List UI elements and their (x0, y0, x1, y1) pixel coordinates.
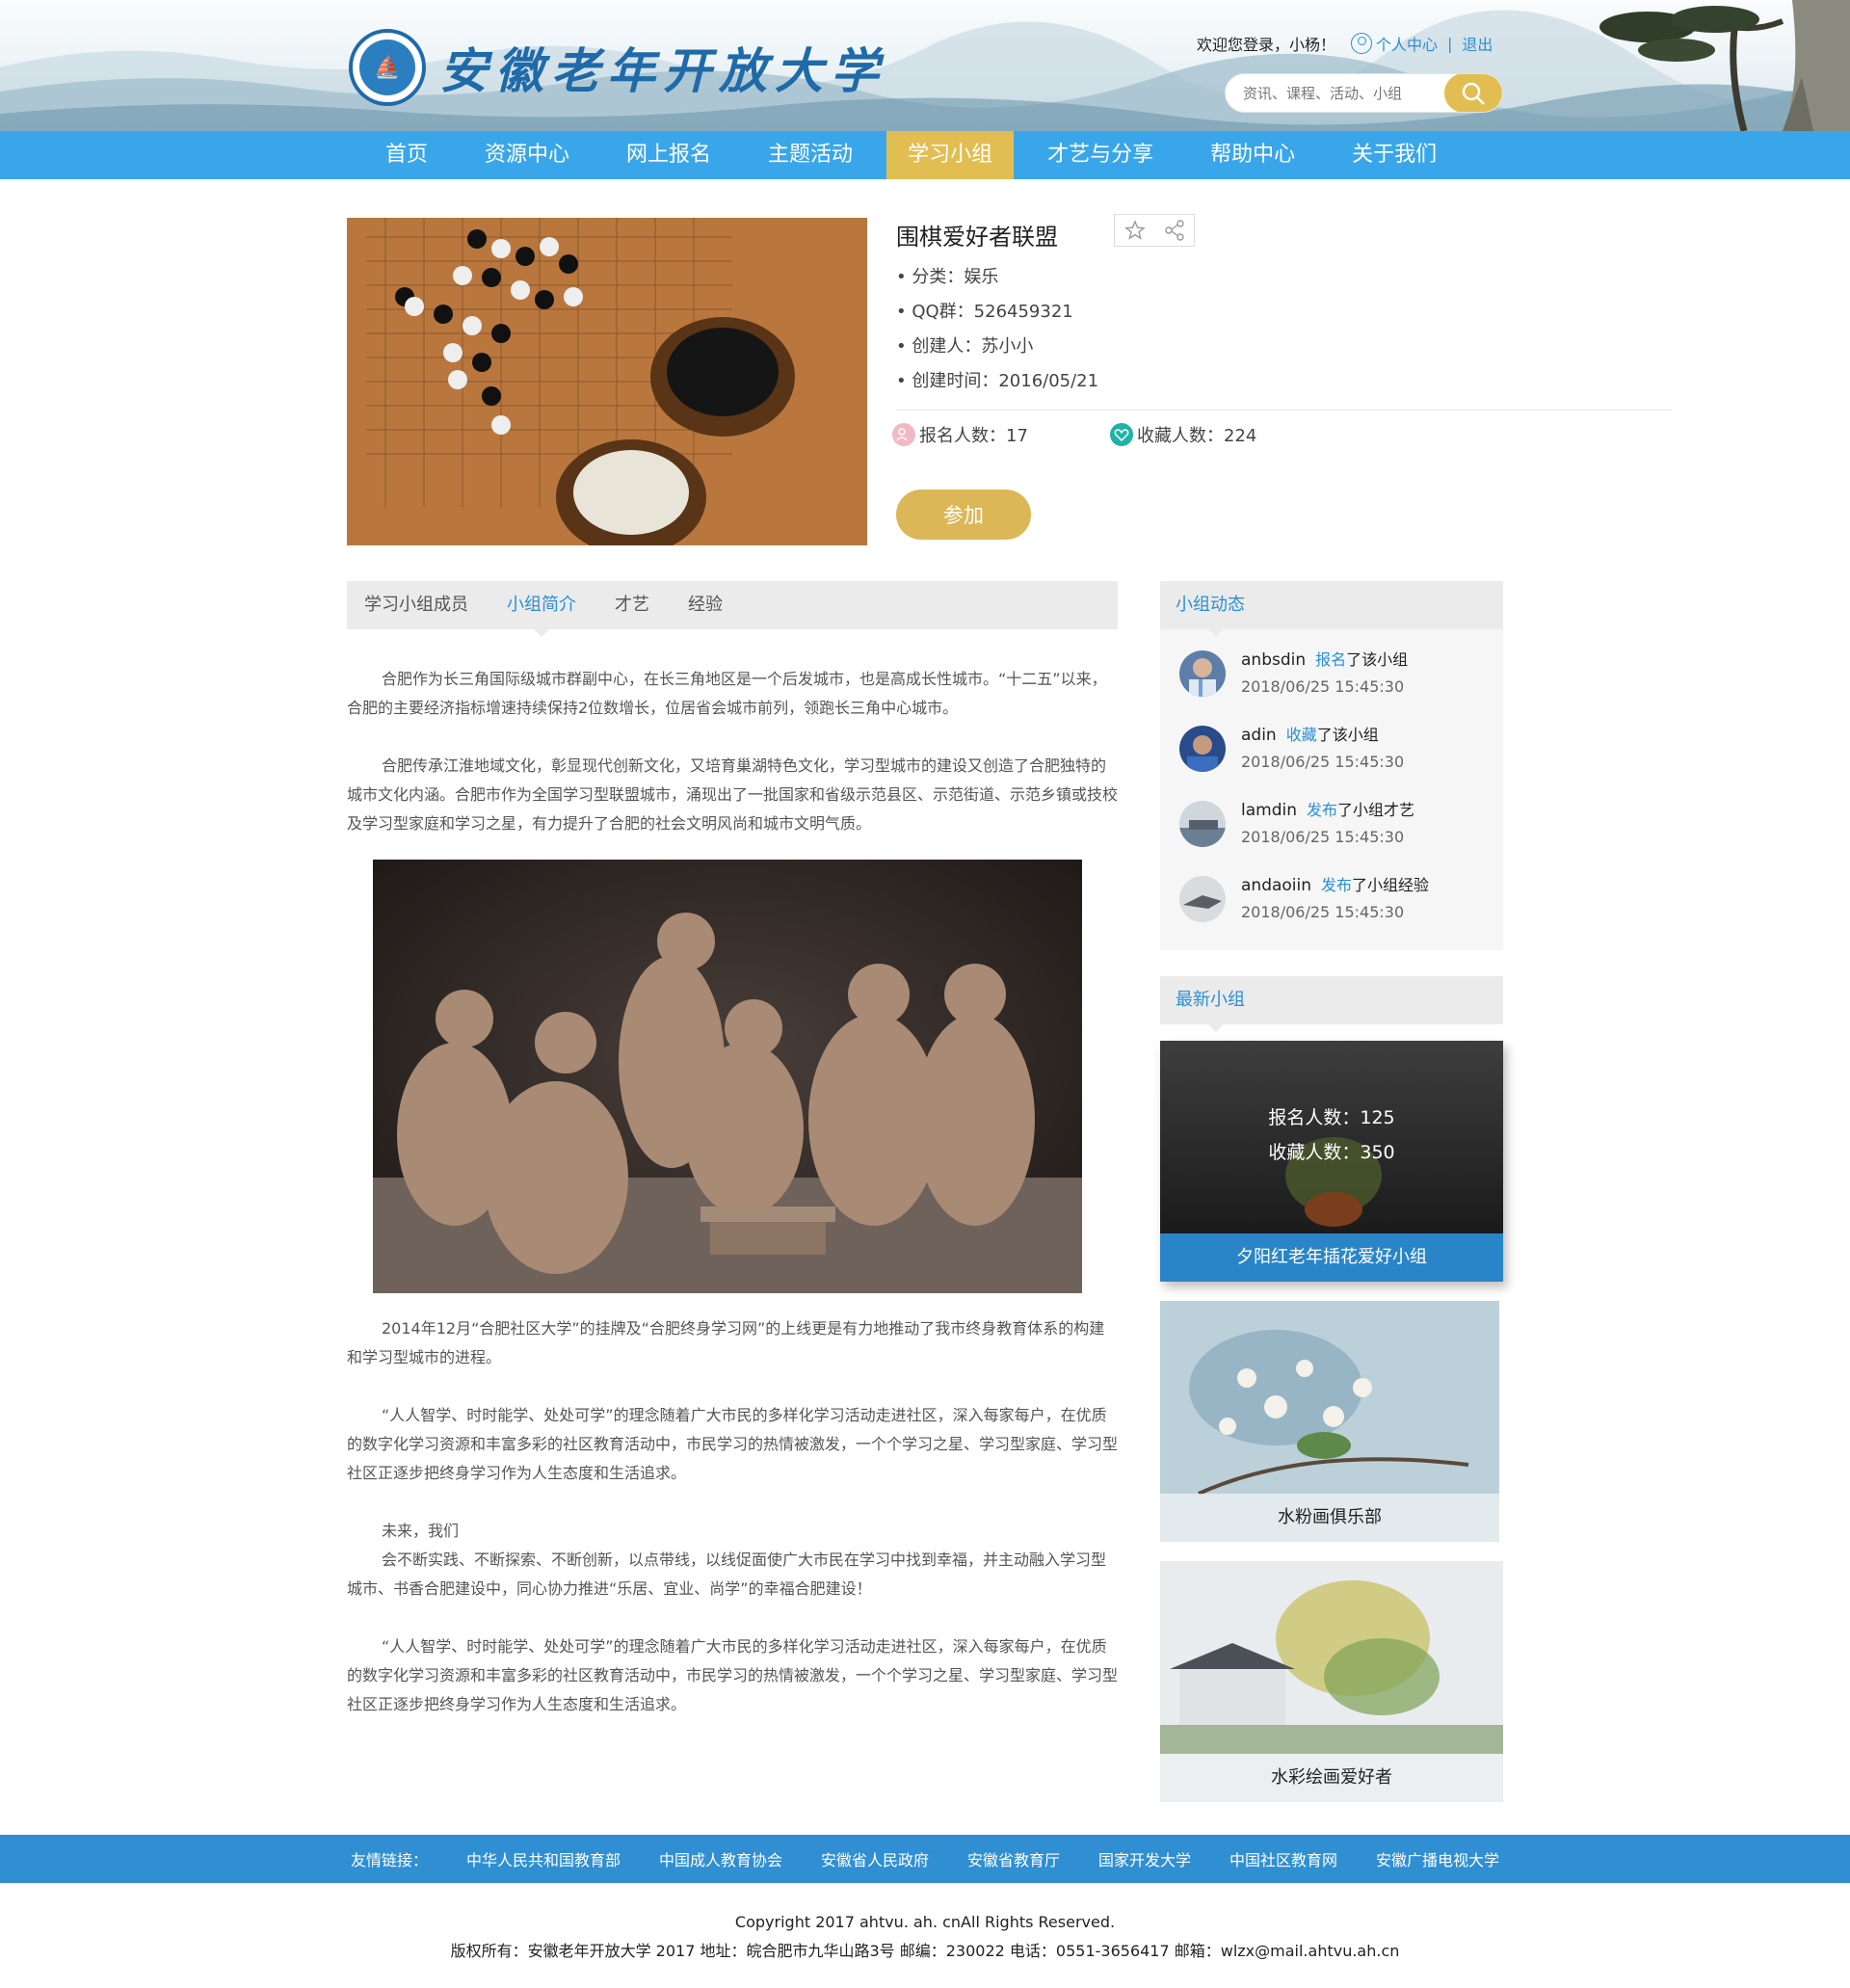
avatar[interactable] (1179, 801, 1226, 847)
dynamic-item: adin 收藏了该小组 2018/06/25 15:45:30 (1160, 722, 1503, 797)
dynamic-action: 发布 (1321, 876, 1353, 894)
group-title: 围棋爱好者联盟 (896, 224, 1058, 251)
newest-groups-panel: 最新小组 (1160, 976, 1503, 1032)
favorite-count: 收藏人数：224 (1110, 422, 1256, 447)
nav-registration[interactable]: 网上报名 (603, 131, 734, 179)
group-dynamics-panel: 小组动态 anbsdin 报名了该小组 2018/06/25 15:45:30 a… (1160, 581, 1503, 950)
pine-tree-illustration (1599, 0, 1850, 131)
article-paragraph: 会不断实践、不断探索、不断创新，以点带线，以线促面使广大市民在学习中找到幸福，并… (347, 1551, 1107, 1598)
user-bar: 欢迎您登录，小杨！ 个人中心 | 退出 (1197, 32, 1493, 55)
search-input[interactable] (1226, 84, 1444, 102)
nav-study-groups[interactable]: 学习小组 (886, 131, 1015, 179)
nav-about[interactable]: 关于我们 (1329, 131, 1460, 179)
group-card-watercolor[interactable]: 水彩绘画爱好者 (1160, 1561, 1503, 1802)
dynamic-user[interactable]: lamdin (1241, 801, 1297, 820)
tab-talent[interactable]: 才艺 (615, 581, 649, 629)
dynamic-action: 报名 (1315, 650, 1347, 669)
group-meta: • 分类：娱乐 • QQ群：526459321 • 创建人：苏小小 • 创建时间… (896, 260, 1098, 399)
contact-info: 版权所有：安徽老年开放大学 2017 地址：皖合肥市九华山路3号 邮编：2300… (450, 1942, 1400, 1960)
article-paragraph: 合肥传承江淮地域文化，彰显现代创新文化，又培育巢湖特色文化，学习型城市的建设又创… (347, 756, 1119, 833)
heart-icon (1110, 423, 1133, 446)
footer-link[interactable]: 安徽省教育厅 (967, 1847, 1060, 1870)
footer-link[interactable]: 国家开发大学 (1098, 1847, 1191, 1870)
action-icons (1114, 214, 1195, 247)
copyright-block: Copyright 2017 ahtvu. ah. cnAll Rights R… (0, 1908, 1850, 1966)
terracotta-go-players-image (373, 860, 1082, 1293)
dynamic-item: anbsdin 报名了该小组 2018/06/25 15:45:30 (1160, 647, 1503, 722)
article-paragraph: 合肥作为长三角国际级城市群副中心，在长三角地区是一个后发城市，也是高成长性城市。… (347, 670, 1107, 717)
footer-link[interactable]: 安徽广播电视大学 (1376, 1847, 1499, 1870)
person-icon (1351, 33, 1373, 54)
dynamic-item: andaoiin 发布了小组经验 2018/06/25 15:45:30 (1160, 872, 1503, 947)
site-header: ⛵ 安徽老年开放大学 欢迎您登录，小杨！ 个人中心 | 退出 (0, 0, 1850, 131)
footer-link[interactable]: 安徽省人民政府 (821, 1847, 929, 1870)
nav-help[interactable]: 帮助中心 (1187, 131, 1318, 179)
divider-line (896, 410, 1672, 411)
logo-text: 安徽老年开放大学 (439, 42, 886, 99)
dynamic-user[interactable]: anbsdin (1241, 650, 1306, 670)
group-qq: • QQ群：526459321 (896, 302, 1073, 322)
card-favorite-count: 收藏人数：350 (1268, 1142, 1395, 1163)
dynamics-heading: 小组动态 (1160, 581, 1503, 637)
people-icon (892, 423, 915, 446)
dynamic-time: 2018/06/25 15:45:30 (1241, 903, 1405, 921)
article-paragraph: “人人智学、时时能学、处处可学”的理念随着广大市民的多样化学习活动走进社区，深入… (347, 1637, 1119, 1713)
footer-link[interactable]: 中国社区教育网 (1229, 1847, 1337, 1870)
dynamic-user[interactable]: adin (1241, 726, 1277, 745)
group-created-date: • 创建时间：2016/05/21 (896, 371, 1099, 391)
dynamic-time: 2018/06/25 15:45:30 (1241, 677, 1405, 696)
article-paragraph: 2014年12月“合肥社区大学”的挂牌及“合肥终身学习网”的上线更是有力地推动了… (347, 1319, 1105, 1366)
dynamic-action: 收藏 (1285, 726, 1317, 744)
welcome-text: 欢迎您登录，小杨！ (1197, 36, 1336, 54)
star-icon[interactable] (1115, 215, 1154, 246)
avatar[interactable] (1179, 876, 1226, 922)
card-signup-count: 报名人数：125 (1268, 1107, 1395, 1128)
article-paragraph: “人人智学、时时能学、处处可学”的理念随着广大市民的多样化学习活动走进社区，深入… (347, 1406, 1119, 1482)
nav-resources[interactable]: 资源中心 (462, 131, 593, 179)
join-button[interactable]: 参加 (896, 490, 1031, 540)
nav-activities[interactable]: 主题活动 (745, 131, 876, 179)
article-paragraph: 未来，我们 (382, 1522, 460, 1540)
group-creator: • 创建人：苏小小 (896, 336, 1034, 357)
go-board-image (347, 218, 867, 545)
personal-center-link[interactable]: 个人中心 (1376, 32, 1438, 55)
logout-link[interactable]: 退出 (1462, 32, 1493, 55)
card-title: 夕阳红老年插花爱好小组 (1160, 1233, 1503, 1282)
dynamic-user[interactable]: andaoiin (1241, 876, 1311, 895)
tab-experience[interactable]: 经验 (688, 581, 723, 629)
tab-introduction[interactable]: 小组简介 (507, 581, 576, 637)
dynamic-time: 2018/06/25 15:45:30 (1241, 828, 1405, 846)
tab-members[interactable]: 学习小组成员 (364, 581, 468, 629)
group-tabs: 学习小组成员 小组简介 才艺 经验 (347, 581, 1118, 637)
friendly-links-label: 友情链接： (350, 1851, 428, 1869)
group-card-flower-arranging[interactable]: 报名人数：125 收藏人数：350 夕阳红老年插花爱好小组 (1160, 1041, 1503, 1282)
footer-link[interactable]: 中国成人教育协会 (659, 1847, 782, 1870)
dynamic-action: 发布 (1307, 801, 1338, 819)
site-logo[interactable]: ⛵ 安徽老年开放大学 (349, 29, 886, 106)
nav-talent-share[interactable]: 才艺与分享 (1024, 131, 1176, 179)
card-title: 水彩绘画爱好者 (1160, 1754, 1503, 1802)
signup-count: 报名人数：17 (892, 422, 1028, 447)
share-icon[interactable] (1154, 215, 1194, 246)
search-icon (1462, 82, 1485, 105)
dynamic-item: lamdin 发布了小组才艺 2018/06/25 15:45:30 (1160, 797, 1503, 872)
main-nav: 首页 资源中心 网上报名 主题活动 学习小组 才艺与分享 帮助中心 关于我们 (0, 131, 1850, 179)
group-category: • 分类：娱乐 (896, 267, 999, 287)
group-header: 围棋爱好者联盟 • 分类：娱乐 • QQ群：526459321 • 创建人：苏小… (347, 214, 1672, 545)
avatar[interactable] (1179, 726, 1226, 772)
card-title: 水粉画俱乐部 (1160, 1494, 1499, 1542)
footer-link[interactable]: 中华人民共和国教育部 (466, 1847, 621, 1870)
search-button[interactable] (1444, 74, 1502, 112)
logo-emblem: ⛵ (349, 29, 426, 106)
avatar[interactable] (1179, 650, 1226, 697)
group-card-gouache[interactable]: 水粉画俱乐部 (1160, 1301, 1499, 1542)
newest-groups-heading: 最新小组 (1160, 976, 1503, 1032)
search-box (1225, 73, 1503, 113)
friendly-links-bar: 友情链接： 中华人民共和国教育部 中国成人教育协会 安徽省人民政府 安徽省教育厅… (0, 1835, 1850, 1883)
dynamic-time: 2018/06/25 15:45:30 (1241, 753, 1405, 771)
divider: | (1447, 34, 1453, 53)
copyright-text: Copyright 2017 ahtvu. ah. cnAll Rights R… (734, 1913, 1116, 1931)
group-introduction-article: 合肥作为长三角国际级城市群副中心，在长三角地区是一个后发城市，也是高成长性城市。… (347, 665, 1118, 1719)
nav-home[interactable]: 首页 (362, 131, 451, 179)
